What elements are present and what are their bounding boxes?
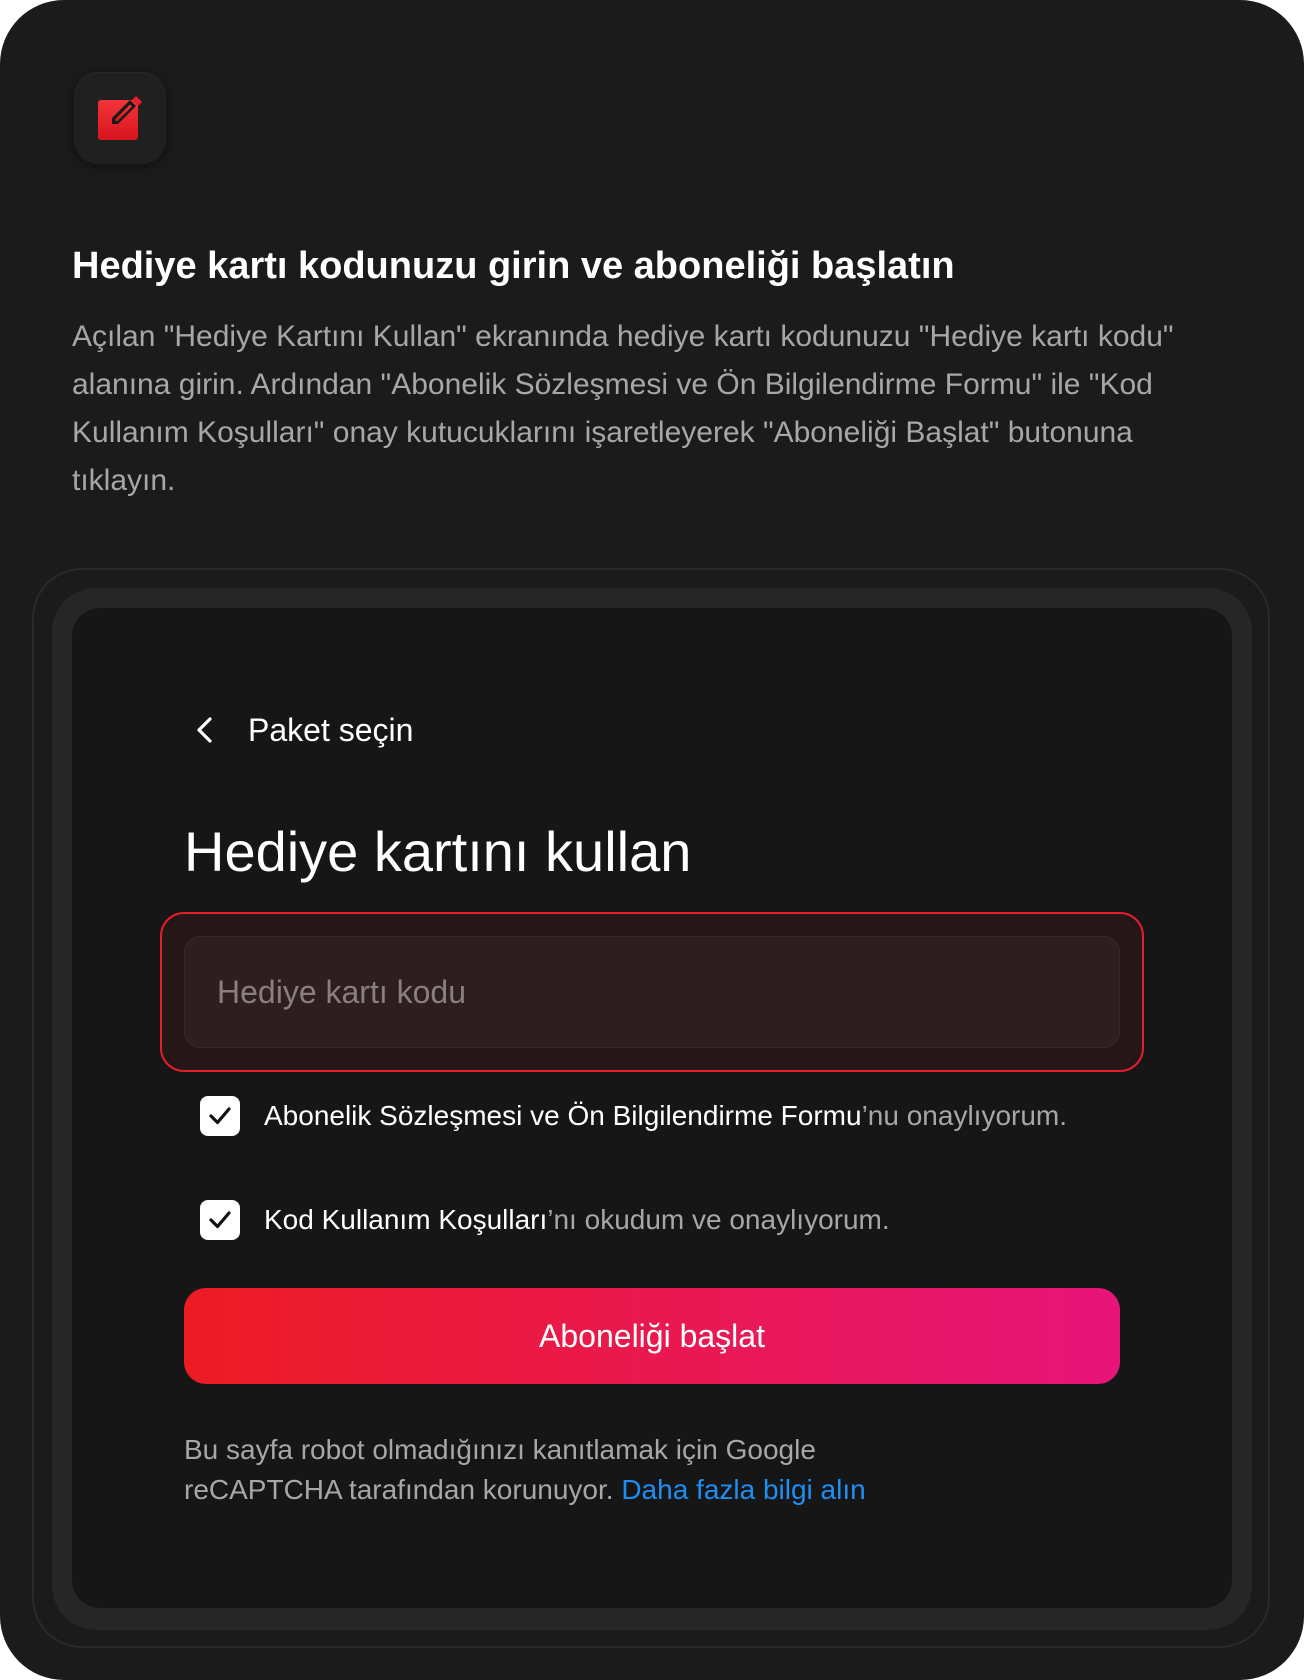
code-terms-checkbox-suffix: ’nı okudum ve onaylıyorum. (547, 1204, 890, 1235)
back-label: Paket seçin (248, 712, 414, 748)
app-icon-tile (74, 72, 166, 164)
code-terms-checkbox[interactable] (200, 1200, 240, 1240)
terms-checkbox[interactable] (200, 1096, 240, 1136)
start-subscription-button[interactable]: Aboneliği başlat (184, 1288, 1120, 1384)
code-usage-terms-link[interactable]: Kod Kullanım Koşulları (264, 1204, 547, 1235)
gift-card-code-input[interactable] (185, 937, 1119, 1047)
gift-card-code-field[interactable] (184, 936, 1120, 1048)
terms-checkbox-row[interactable]: Abonelik Sözleşmesi ve Ön Bilgilendirme … (200, 1096, 1100, 1136)
code-terms-checkbox-label: Kod Kullanım Koşulları’nı okudum ve onay… (264, 1200, 890, 1240)
edit-square-icon (98, 96, 142, 140)
terms-checkbox-label: Abonelik Sözleşmesi ve Ön Bilgilendirme … (264, 1096, 1067, 1136)
checkmark-icon (209, 1107, 231, 1125)
form-title: Hediye kartını kullan (184, 820, 692, 883)
recaptcha-notice: Bu sayfa robot olmadığınızı kanıtlamak i… (184, 1430, 944, 1510)
step-title: Hediye kartı kodunuzu girin ve aboneliği… (72, 245, 955, 287)
code-terms-checkbox-row[interactable]: Kod Kullanım Koşulları’nı okudum ve onay… (200, 1200, 1100, 1240)
subscription-agreement-link[interactable]: Abonelik Sözleşmesi ve Ön Bilgilendirme … (264, 1100, 862, 1131)
checkmark-icon (209, 1211, 231, 1229)
instruction-card: Hediye kartı kodunuzu girin ve aboneliği… (0, 0, 1304, 1680)
recaptcha-learn-more-link[interactable]: Daha fazla bilgi alın (621, 1474, 865, 1505)
chevron-left-icon (197, 717, 212, 743)
back-button[interactable]: Paket seçin (186, 700, 413, 760)
step-description: Açılan "Hediye Kartını Kullan" ekranında… (72, 320, 1174, 497)
terms-checkbox-suffix: ’nu onaylıyorum. (861, 1100, 1068, 1131)
